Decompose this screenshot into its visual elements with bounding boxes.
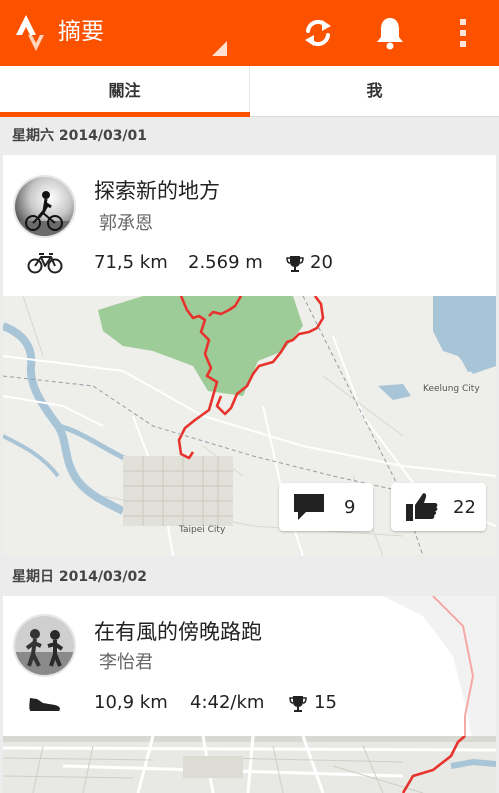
notifications-button[interactable] [370,13,410,53]
tab-following[interactable]: 關注 [0,66,250,116]
trophy-icon [286,256,304,272]
map-label-taipei: Taipei City [178,525,226,535]
comment-count: 9 [344,496,356,518]
feed-date-header: 星期日 2014/03/02 [12,569,148,585]
overflow-menu-icon [460,19,466,47]
selected-tab-indicator [0,112,250,117]
strava-logo-icon[interactable] [14,13,46,53]
athlete-name[interactable]: 郭承恩 [99,209,153,235]
feed-date-header: 星期六 2014/03/01 [12,128,148,144]
activity-title[interactable]: 探索新的地方 [94,175,220,205]
app-header: 摘要 [0,0,499,66]
kudos-button[interactable]: 22 [391,483,486,531]
avatar[interactable] [13,175,76,238]
route-map[interactable]: Keelung City Taipei City 9 22 [3,296,496,556]
kudos-count: 22 [453,496,476,518]
bell-icon [377,18,403,50]
refresh-button[interactable] [298,13,338,53]
thumbs-up-icon [406,493,438,521]
achievement-count: 20 [310,252,333,273]
route-map-graphic [3,736,496,793]
tab-bar: 關注 我 [0,66,499,117]
cyclist-photo [15,177,74,236]
comment-button[interactable]: 9 [279,483,373,531]
elevation-stat: 2.569 m [188,252,263,273]
map-label-keelung: Keelung City [423,384,480,394]
overflow-menu-button[interactable] [443,13,483,53]
comment-icon [294,494,324,520]
activity-card[interactable]: 在有風的傍晚路跑 李怡君 10,9 km 4:42/km 15 [3,596,496,793]
route-map[interactable] [3,736,496,793]
activity-card[interactable]: 探索新的地方 郭承恩 71,5 km 2.569 m 20 Keelung Ci… [3,155,496,556]
bike-icon [27,253,63,274]
refresh-icon [305,19,331,47]
distance-stat: 71,5 km [94,252,168,273]
page-title[interactable]: 摘要 [58,17,104,47]
tab-me[interactable]: 我 [250,66,499,116]
dropdown-indicator-icon[interactable] [212,41,227,56]
activity-feed-screen: 摘要 關注 我 星期六 2014/03/01 探索新的地方 郭承恩 71,5 k… [0,0,499,793]
